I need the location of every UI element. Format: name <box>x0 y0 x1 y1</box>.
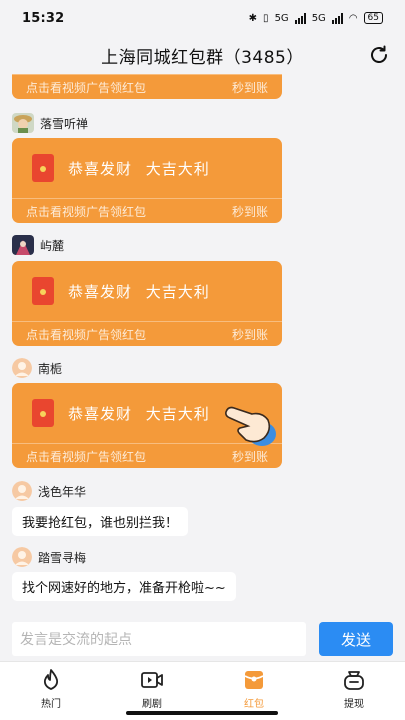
status-icons: ✱ ▯ 5G 5G ◠ 65 <box>249 12 383 24</box>
sender-name: 浅色年华 <box>38 484 87 499</box>
red-packet-tag: 秒到账 <box>231 327 268 342</box>
red-packet-message: 恭喜发财 大吉大利 <box>68 404 210 423</box>
signal-b-label: 5G <box>311 12 326 24</box>
tab-red-packet[interactable]: 红包 <box>224 667 284 710</box>
chat-list[interactable]: 恭喜发财 大吉大利 点击看视频广告领红包 秒到账 落雪听禅 恭喜发财 大吉大利 … <box>0 74 405 616</box>
sender-name: 屿麓 <box>40 238 65 253</box>
red-packet-cta: 点击看视频广告领红包 <box>26 80 147 95</box>
flame-icon <box>43 669 59 690</box>
message-sender: 浅色年华 <box>12 481 86 501</box>
message-bubble: 找个网速好的地方，准备开枪啦~~ <box>12 572 236 601</box>
signal-b-icon <box>331 12 343 24</box>
tab-label: 热门 <box>41 699 61 710</box>
sender-name: 南栀 <box>38 361 63 376</box>
signal-a-label: 5G <box>274 12 289 24</box>
chat-header: 上海同城红包群（3485） <box>0 36 405 74</box>
red-envelope-icon <box>32 154 54 182</box>
bluetooth-icon: ✱ <box>248 12 258 24</box>
red-packet-cta: 点击看视频广告领红包 <box>26 204 147 219</box>
message-sender: 屿麓 <box>12 235 64 255</box>
red-packet-cta: 点击看视频广告领红包 <box>26 449 147 464</box>
avatar[interactable] <box>12 358 32 378</box>
red-packet-cta: 点击看视频广告领红包 <box>26 327 147 342</box>
red-packet-card[interactable]: 恭喜发财 大吉大利 点击看视频广告领红包 秒到账 <box>12 138 282 223</box>
wifi-icon: ◠ <box>348 12 358 24</box>
message-sender: 落雪听禅 <box>12 113 88 133</box>
message-bubble: 我要抢红包，谁也别拦我！ <box>12 507 189 536</box>
message-sender: 踏雪寻梅 <box>12 547 86 567</box>
red-packet-tag: 秒到账 <box>231 80 268 95</box>
red-packet-tag: 秒到账 <box>231 449 268 464</box>
home-indicator[interactable] <box>126 711 278 715</box>
red-packet-card[interactable]: 恭喜发财 大吉大利 点击看视频广告领红包 秒到账 <box>12 261 282 346</box>
avatar[interactable] <box>12 481 32 501</box>
tab-hot[interactable]: 热门 <box>21 667 81 710</box>
wallet-icon <box>344 671 364 690</box>
red-envelope-icon <box>32 399 54 427</box>
red-packet-card[interactable]: 恭喜发财 大吉大利 点击看视频广告领红包 秒到账 <box>12 74 282 99</box>
avatar[interactable] <box>12 547 32 567</box>
refresh-icon[interactable] <box>367 43 391 67</box>
tab-label: 刷剧 <box>142 699 162 710</box>
sender-name: 落雪听禅 <box>40 116 89 131</box>
status-bar: 15:32 ✱ ▯ 5G 5G ◠ 65 <box>0 0 405 36</box>
compose-bar: 发言是交流的起点 发送 <box>0 616 405 661</box>
red-packet-message: 恭喜发财 大吉大利 <box>68 282 210 301</box>
tab-label: 提现 <box>344 699 364 710</box>
tab-withdraw[interactable]: 提现 <box>324 667 384 710</box>
tab-label: 红包 <box>244 699 264 710</box>
avatar[interactable] <box>12 235 34 255</box>
message-input[interactable]: 发言是交流的起点 <box>12 622 306 656</box>
avatar[interactable] <box>12 113 34 133</box>
page-title: 上海同城红包群（3485） <box>101 47 304 68</box>
red-packet-tag: 秒到账 <box>231 204 268 219</box>
vibrate-icon: ▯ <box>263 12 269 24</box>
send-button[interactable]: 发送 <box>319 622 393 656</box>
message-sender: 南栀 <box>12 358 62 378</box>
red-envelope-icon <box>32 277 54 305</box>
tab-drama[interactable]: 刷剧 <box>122 667 182 710</box>
video-icon <box>141 672 163 688</box>
signal-a-icon <box>294 12 306 24</box>
tap-hand-icon <box>225 406 276 446</box>
red-envelope-icon <box>244 671 264 689</box>
status-time: 15:32 <box>22 10 65 26</box>
battery-icon: 65 <box>363 12 383 24</box>
sender-name: 踏雪寻梅 <box>38 550 87 565</box>
red-packet-message: 恭喜发财 大吉大利 <box>68 159 210 178</box>
